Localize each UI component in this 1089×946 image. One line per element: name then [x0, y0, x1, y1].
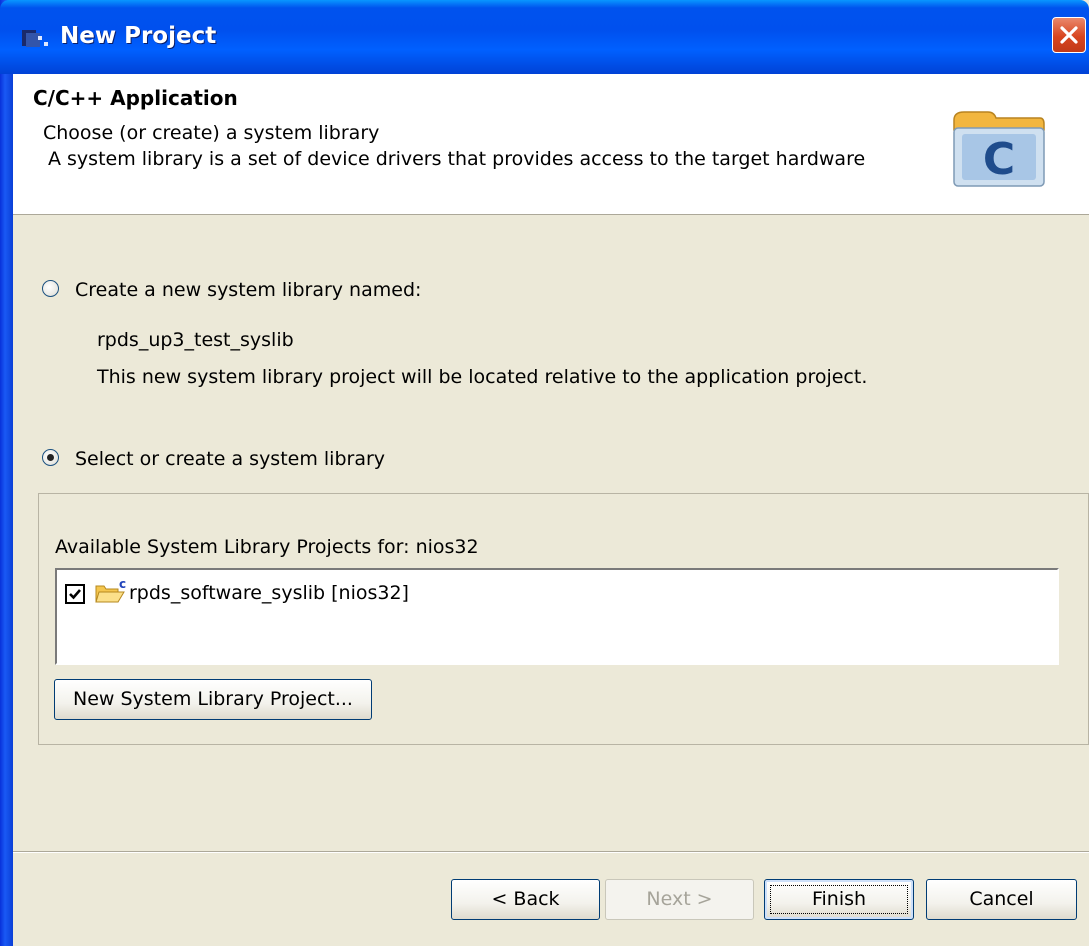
new-system-library-button-label: New System Library Project...	[73, 688, 353, 710]
page-description: A system library is a set of device driv…	[48, 148, 866, 170]
c-project-icon: C	[953, 111, 1045, 187]
close-icon	[1060, 26, 1078, 44]
new-library-location-note: This new system library project will be …	[97, 366, 868, 388]
finish-button[interactable]: Finish	[764, 879, 914, 920]
cancel-button-label: Cancel	[969, 888, 1034, 910]
new-project-dialog: New Project C/C++ Application Choose (or…	[0, 0, 1089, 946]
create-new-library-label[interactable]: Create a new system library named:	[75, 279, 421, 301]
select-library-radio[interactable]	[42, 449, 59, 466]
create-new-library-radio[interactable]	[42, 280, 59, 297]
close-button[interactable]	[1052, 17, 1086, 53]
next-button[interactable]: Next >	[605, 879, 754, 920]
back-button[interactable]: < Back	[451, 879, 600, 920]
library-checkbox[interactable]	[65, 584, 85, 604]
new-system-library-button[interactable]: New System Library Project...	[54, 679, 372, 720]
back-button-label: < Back	[491, 888, 560, 910]
new-library-name: rpds_up3_test_syslib	[97, 329, 294, 351]
title-bar[interactable]: New Project	[0, 0, 1089, 74]
page-title: C/C++ Application	[33, 86, 238, 110]
available-libraries-label: Available System Library Projects for: n…	[55, 536, 479, 558]
window-frame-left	[0, 0, 13, 946]
eclipse-app-icon	[22, 30, 48, 47]
system-library-list[interactable]: c rpds_software_syslib [nios32]	[55, 568, 1059, 665]
svg-text:C: C	[983, 134, 1015, 185]
window-title: New Project	[60, 23, 217, 49]
footer-separator	[13, 851, 1089, 853]
checkmark-icon	[69, 589, 81, 600]
cancel-button[interactable]: Cancel	[926, 879, 1077, 920]
svg-text:c: c	[119, 578, 126, 591]
page-subtitle: Choose (or create) a system library	[43, 122, 380, 144]
open-folder-icon: c	[95, 578, 126, 603]
next-button-label: Next >	[646, 888, 713, 910]
select-library-label[interactable]: Select or create a system library	[75, 448, 385, 470]
library-item-label[interactable]: rpds_software_syslib [nios32]	[129, 582, 409, 604]
finish-button-label: Finish	[811, 888, 867, 910]
wizard-header: C/C++ Application Choose (or create) a s…	[13, 74, 1089, 215]
